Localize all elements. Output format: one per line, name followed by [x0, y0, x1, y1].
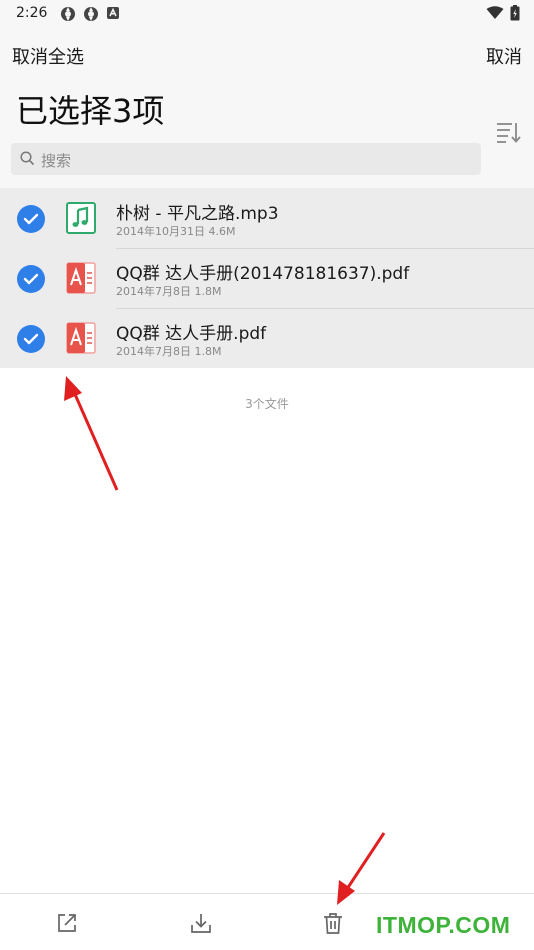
pdf-file-icon	[66, 262, 96, 294]
status-bar: 2:26	[0, 0, 534, 28]
annotation-arrow	[64, 376, 119, 491]
file-count: 3个文件	[245, 397, 289, 411]
app-notification-icon	[107, 7, 119, 19]
search-placeholder: 搜索	[41, 152, 72, 170]
pdf-file-icon	[66, 322, 96, 354]
file-meta: 2014年10月31日 4.6M	[116, 225, 236, 238]
file-row[interactable]: QQ群 达人手册(201478181637).pdf 2014年7月8日 1.8…	[0, 248, 534, 308]
file-name: QQ群 达人手册.pdf	[116, 324, 267, 344]
checkmark-icon	[23, 333, 39, 345]
file-meta: 2014年7月8日 1.8M	[116, 345, 222, 358]
file-name: QQ群 达人手册(201478181637).pdf	[116, 264, 410, 284]
deselect-all-button[interactable]: 取消全选	[12, 43, 84, 69]
cancel-button[interactable]: 取消	[486, 43, 522, 69]
checkmark-icon	[23, 213, 39, 225]
checked-checkbox[interactable]	[17, 265, 45, 293]
sort-icon[interactable]	[496, 120, 522, 144]
checked-checkbox[interactable]	[17, 205, 45, 233]
sync-notification-icon	[84, 7, 98, 21]
file-row[interactable]: QQ群 达人手册.pdf 2014年7月8日 1.8M	[0, 308, 534, 368]
sync-notification-icon	[61, 7, 75, 21]
file-row[interactable]: 朴树 - 平凡之路.mp3 2014年10月31日 4.6M	[0, 188, 534, 248]
checkmark-icon	[23, 273, 39, 285]
selection-header: 取消全选 取消 已选择3项 搜索	[0, 28, 534, 188]
watermark-logo: ITMOP.COM	[376, 912, 511, 938]
status-time: 2:26	[16, 5, 48, 21]
page-title: 已选择3项	[16, 92, 165, 130]
checked-checkbox[interactable]	[17, 325, 45, 353]
wifi-icon	[486, 6, 504, 19]
file-name: 朴树 - 平凡之路.mp3	[116, 204, 279, 224]
search-icon	[20, 151, 35, 166]
search-input[interactable]: 搜索	[11, 143, 481, 175]
file-meta: 2014年7月8日 1.8M	[116, 285, 222, 298]
music-file-icon	[66, 202, 96, 234]
file-list: 朴树 - 平凡之路.mp3 2014年10月31日 4.6M QQ群 达人手册(…	[0, 188, 534, 368]
battery-icon	[510, 5, 520, 21]
delete-icon[interactable]	[323, 913, 343, 934]
share-icon[interactable]	[57, 913, 77, 933]
download-icon[interactable]	[190, 913, 212, 933]
